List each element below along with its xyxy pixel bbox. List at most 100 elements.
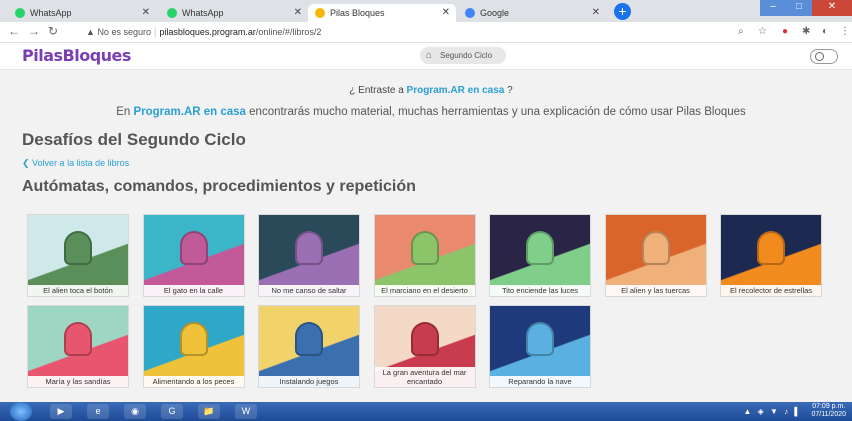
- windows-taskbar: ▶ e ◉ G 📁 W ▲ ◈ ▼ ♪ ▌ 07:09 p.m. 07/11/2020: [0, 402, 852, 421]
- challenge-label: Tito enciende las luces: [490, 285, 590, 296]
- tab-title: WhatsApp: [30, 8, 72, 18]
- challenge-illustration: [28, 215, 128, 296]
- challenge-label: El gato en la calle: [143, 285, 244, 296]
- challenge-card[interactable]: El gato en la calle: [142, 214, 245, 297]
- challenge-card[interactable]: Reparando la nave: [489, 305, 591, 388]
- chevron-left-icon: ❮: [22, 158, 33, 168]
- puzzle-icon[interactable]: ✱: [802, 26, 810, 37]
- challenge-card[interactable]: El marciano en el desierto: [373, 214, 476, 297]
- character-figure: [410, 322, 439, 356]
- close-window-button[interactable]: ✕: [812, 0, 852, 16]
- close-tab-icon[interactable]: ✕: [442, 4, 450, 22]
- challenge-card[interactable]: Tito enciende las luces: [489, 214, 591, 297]
- browser-tab[interactable]: WhatsApp ✕: [160, 4, 308, 22]
- character-figure: [179, 231, 208, 265]
- taskbar-app-icon[interactable]: ▶: [50, 404, 72, 419]
- google-icon: [465, 8, 475, 18]
- breadcrumb-label: Segundo Ciclo: [440, 51, 493, 60]
- challenge-label: No me canso de saltar: [259, 285, 359, 296]
- whatsapp-icon: [15, 8, 25, 18]
- character-figure: [179, 322, 208, 356]
- challenge-illustration: [259, 306, 359, 387]
- character-figure: [295, 231, 323, 265]
- whatsapp-icon: [167, 8, 177, 18]
- taskbar-app-icon[interactable]: W: [235, 404, 257, 419]
- program-ar-link[interactable]: Program.AR en casa: [407, 85, 505, 96]
- character-figure: [641, 231, 670, 265]
- taskbar-app-icon[interactable]: ◉: [124, 404, 146, 419]
- challenge-card[interactable]: El alien toca el botón: [27, 214, 129, 297]
- browser-tab-strip: WhatsApp ✕ WhatsApp ✕ Pilas Bloques ✕ Go…: [0, 0, 852, 22]
- app-header: PilasBloques ⌂ Segundo Ciclo: [0, 43, 852, 70]
- challenge-card[interactable]: Instalando juegos: [258, 305, 360, 388]
- browser-toolbar: ← → ↻ ▲ No es seguro | pilasbloques.progra…: [0, 22, 852, 43]
- challenge-label: Instalando juegos: [259, 376, 359, 387]
- extension-icon[interactable]: ●: [782, 26, 788, 37]
- character-figure: [64, 231, 92, 265]
- security-label: No es seguro: [97, 27, 151, 37]
- close-tab-icon[interactable]: ✕: [592, 4, 600, 22]
- challenge-card[interactable]: No me canso de saltar: [258, 214, 360, 297]
- menu-icon[interactable]: ⋮: [840, 26, 850, 37]
- address-bar[interactable]: ▲ No es seguro | pilasbloques.program.ar/o…: [86, 27, 321, 37]
- challenge-illustration: [721, 215, 821, 296]
- challenge-illustration: [143, 215, 244, 296]
- pilas-bloques-logo[interactable]: PilasBloques: [22, 46, 131, 65]
- character-figure: [295, 322, 323, 356]
- challenge-label: Alimentando a los peces: [143, 376, 244, 387]
- challenge-card[interactable]: El recolector de estrellas: [720, 214, 822, 297]
- challenge-illustration: [28, 306, 128, 387]
- settings-toggle[interactable]: [810, 49, 838, 64]
- challenge-card[interactable]: La gran aventura del mar encantado: [373, 305, 476, 388]
- back-to-books-link[interactable]: ❮ Volver a la lista de libros: [22, 158, 129, 169]
- new-tab-button[interactable]: +: [614, 3, 631, 20]
- system-tray: ▲ ◈ ▼ ♪ ▌: [743, 407, 802, 416]
- challenge-illustration: [490, 215, 590, 296]
- clock-date: 07/11/2020: [811, 411, 846, 418]
- tab-title: WhatsApp: [182, 8, 224, 18]
- taskbar-app-icon[interactable]: e: [87, 404, 109, 419]
- section-title: Autómatas, comandos, procedimientos y re…: [22, 178, 416, 195]
- taskbar-clock[interactable]: 07:09 p.m. 07/11/2020: [811, 403, 846, 419]
- reload-icon[interactable]: ↻: [48, 24, 58, 38]
- challenge-card[interactable]: El alien y las tuercas: [604, 214, 707, 297]
- challenge-illustration: [374, 215, 475, 296]
- character-figure: [757, 231, 785, 265]
- challenge-label: El recolector de estrellas: [721, 285, 821, 296]
- browser-tab[interactable]: Google ✕: [458, 4, 606, 22]
- window-controls: – □ ✕: [760, 0, 852, 16]
- search-icon[interactable]: ⌕: [738, 26, 744, 37]
- breadcrumb[interactable]: ⌂ Segundo Ciclo: [420, 47, 506, 64]
- close-tab-icon[interactable]: ✕: [142, 4, 150, 22]
- challenge-illustration: [490, 306, 590, 387]
- challenge-card[interactable]: Alimentando a los peces: [142, 305, 245, 388]
- main-content: ¿ Entraste a Program.AR en casa ? En Pro…: [0, 70, 852, 402]
- challenge-label: Reparando la nave: [490, 376, 590, 387]
- start-button[interactable]: [10, 402, 32, 421]
- taskbar-app-icon[interactable]: 📁: [198, 404, 220, 419]
- promo-description: En Program.AR en casa encontrarás mucho …: [116, 106, 746, 118]
- character-figure: [64, 322, 92, 356]
- minimize-button[interactable]: –: [760, 0, 786, 16]
- star-icon[interactable]: ☆: [758, 26, 767, 37]
- url-host: pilasbloques.program.ar: [159, 27, 256, 37]
- program-ar-link[interactable]: Program.AR en casa: [133, 106, 246, 118]
- page-title: Desafíos del Segundo Ciclo: [22, 130, 246, 149]
- browser-tab[interactable]: WhatsApp ✕: [8, 4, 156, 22]
- character-figure: [526, 231, 554, 265]
- browser-tab-active[interactable]: Pilas Bloques ✕: [308, 4, 456, 22]
- challenge-label: La gran aventura del mar encantado: [374, 367, 475, 387]
- challenge-illustration: [605, 215, 706, 296]
- challenge-label: El alien toca el botón: [28, 285, 128, 296]
- forward-arrow-icon[interactable]: →: [28, 24, 40, 38]
- close-tab-icon[interactable]: ✕: [294, 4, 302, 22]
- url-path: /online/#/libros/2: [255, 27, 322, 37]
- challenge-card[interactable]: María y las sandías: [27, 305, 129, 388]
- profile-icon[interactable]: ◐: [822, 26, 828, 37]
- back-arrow-icon[interactable]: ←: [8, 24, 20, 38]
- promo-question: ¿ Entraste a Program.AR en casa ?: [349, 85, 513, 96]
- challenge-label: El alien y las tuercas: [605, 285, 706, 296]
- challenge-label: María y las sandías: [28, 376, 128, 387]
- taskbar-app-icon[interactable]: G: [161, 404, 183, 419]
- maximize-button[interactable]: □: [786, 0, 812, 16]
